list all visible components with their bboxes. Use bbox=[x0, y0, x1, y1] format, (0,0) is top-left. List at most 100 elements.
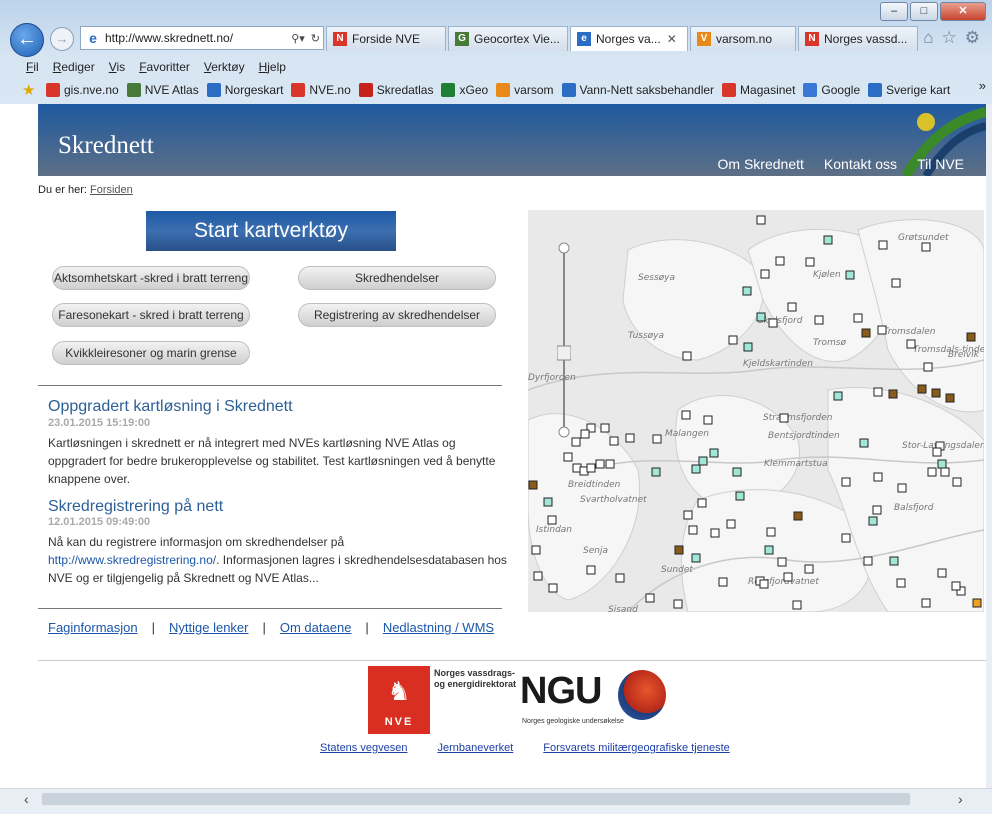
nve-logo[interactable]: ♞ NVE bbox=[368, 666, 430, 734]
aktsomhetskart-button[interactable]: Aktsomhetskart -skred i bratt terreng bbox=[52, 266, 250, 290]
map-marker bbox=[888, 389, 898, 399]
top-link-about[interactable]: Om Skrednett bbox=[718, 156, 804, 172]
menu-item-5[interactable]: Hjelp bbox=[259, 60, 286, 74]
top-link-contact[interactable]: Kontakt oss bbox=[824, 156, 897, 172]
menu-item-0[interactable]: Fil bbox=[26, 60, 39, 74]
kvikkleire-button[interactable]: Kvikkleiresoner og marin grense bbox=[52, 341, 250, 365]
skredhendelser-button[interactable]: Skredhendelser bbox=[298, 266, 496, 290]
map-marker bbox=[683, 510, 693, 520]
favorite-item-10[interactable]: Sverige kart bbox=[868, 83, 950, 97]
maximize-button[interactable]: □ bbox=[910, 2, 938, 21]
favorite-item-5[interactable]: xGeo bbox=[441, 83, 488, 97]
top-link-nve[interactable]: Til NVE bbox=[917, 156, 964, 172]
map-marker bbox=[600, 423, 610, 433]
favorite-item-0[interactable]: gis.nve.no bbox=[46, 83, 119, 97]
map-marker bbox=[833, 391, 843, 401]
favorite-item-7[interactable]: Vann-Nett saksbehandler bbox=[561, 83, 714, 97]
tab-3[interactable]: Vvarsom.no bbox=[690, 26, 796, 51]
tab-favicon-icon: G bbox=[455, 32, 469, 46]
news-title-2[interactable]: Skredregistrering på nett bbox=[48, 498, 223, 516]
favorite-item-1[interactable]: NVE Atlas bbox=[126, 83, 199, 97]
close-tab-icon[interactable]: ✕ bbox=[667, 32, 677, 46]
divider bbox=[38, 608, 502, 609]
nve-crest-icon: ♞ bbox=[387, 676, 411, 706]
overview-map[interactable]: Grøtsundet Sessøya Kjølen Skulsfjord Tussøya… bbox=[528, 210, 984, 612]
forward-button[interactable]: → bbox=[50, 27, 74, 51]
back-button[interactable]: ← bbox=[10, 23, 44, 57]
partner-link-forsvaret[interactable]: Forsvarets militærgeografiske tjeneste bbox=[543, 742, 729, 754]
map-marker bbox=[863, 556, 873, 566]
close-window-button[interactable]: ✕ bbox=[940, 2, 986, 21]
tab-0[interactable]: N Forside NVE bbox=[326, 26, 446, 51]
map-marker bbox=[823, 235, 833, 245]
search-icon[interactable]: ⚲▾ bbox=[288, 32, 308, 45]
address-url[interactable]: http://www.skrednett.no/ bbox=[105, 31, 288, 45]
map-marker bbox=[605, 459, 615, 469]
scrollbar-thumb[interactable] bbox=[42, 793, 910, 805]
footer-link-wms[interactable]: Nedlastning / WMS bbox=[383, 620, 494, 635]
tab-strip: N Forside NVE G Geocortex Vie... e Norges va.… bbox=[326, 26, 920, 51]
map-canvas[interactable]: GrøtsundetSessøya KjølenSkulsfjordTussøya… bbox=[528, 210, 984, 612]
favorite-item-9[interactable]: Google bbox=[803, 83, 860, 97]
map-marker bbox=[732, 467, 742, 477]
address-bar[interactable]: e http://www.skrednett.no/ ⚲▾ ↻ bbox=[80, 26, 324, 50]
partner-link-jernbaneverket[interactable]: Jernbaneverket bbox=[437, 742, 513, 754]
window-controls: – □ ✕ bbox=[880, 2, 986, 21]
tab-4[interactable]: N Norges vassd... bbox=[798, 26, 918, 51]
map-label: Tussøya bbox=[628, 331, 664, 341]
faresonekart-button[interactable]: Faresonekart - skred i bratt terreng bbox=[52, 303, 250, 327]
home-icon[interactable]: ⌂ bbox=[923, 28, 933, 48]
favorites-star-icon[interactable]: ★ bbox=[22, 81, 40, 99]
footer-link-nyttige[interactable]: Nyttige lenker bbox=[169, 620, 248, 635]
favorite-item-8[interactable]: Magasinet bbox=[722, 83, 795, 97]
map-marker bbox=[571, 437, 581, 447]
registrering-button[interactable]: Registrering av skredhendelser bbox=[298, 303, 496, 327]
menu-item-4[interactable]: Verktøy bbox=[204, 60, 245, 74]
zoom-slider[interactable] bbox=[557, 242, 571, 438]
favorites-star-icon[interactable]: ☆ bbox=[942, 28, 957, 48]
favorite-label: gis.nve.no bbox=[64, 83, 119, 97]
menu-item-2[interactable]: Vis bbox=[109, 60, 125, 74]
map-marker bbox=[793, 511, 803, 521]
chevron-right-icon[interactable]: » bbox=[979, 78, 986, 93]
map-marker bbox=[896, 578, 906, 588]
map-label: Breivik bbox=[948, 350, 980, 360]
map-marker bbox=[872, 505, 882, 515]
horizontal-scrollbar[interactable]: ‹ › bbox=[0, 788, 992, 809]
favorite-item-3[interactable]: NVE.no bbox=[291, 83, 351, 97]
menu-item-1[interactable]: Rediger bbox=[53, 60, 95, 74]
partner-link-vegvesen[interactable]: Statens vegvesen bbox=[320, 742, 407, 754]
favorite-item-4[interactable]: Skredatlas bbox=[358, 83, 433, 97]
favorite-item-2[interactable]: Norgeskart bbox=[206, 83, 283, 97]
site-title[interactable]: Skrednett bbox=[58, 132, 154, 160]
vertical-scrollbar[interactable] bbox=[986, 104, 992, 788]
breadcrumb-prefix: Du er her: bbox=[38, 184, 87, 196]
ngu-logo[interactable]: NGU Norges geologiske undersøkelse bbox=[520, 670, 666, 725]
map-marker bbox=[779, 413, 789, 423]
map-marker bbox=[868, 516, 878, 526]
map-label: Straumsfjorden bbox=[763, 413, 833, 423]
tab-1[interactable]: G Geocortex Vie... bbox=[448, 26, 568, 51]
skredregistrering-link[interactable]: http://www.skredregistrering.no/ bbox=[48, 553, 216, 567]
start-map-button[interactable]: Start kartverktøy bbox=[146, 211, 396, 251]
minimize-button[interactable]: – bbox=[880, 2, 908, 21]
breadcrumb-home-link[interactable]: Forsiden bbox=[90, 184, 133, 196]
map-marker bbox=[764, 545, 774, 555]
scroll-left-icon[interactable]: ‹ bbox=[24, 789, 29, 809]
footer-link-faginformasjon[interactable]: Faginformasjon bbox=[48, 620, 138, 635]
gear-icon[interactable]: ⚙ bbox=[965, 28, 980, 48]
map-marker bbox=[873, 472, 883, 482]
refresh-icon[interactable]: ↻ bbox=[308, 32, 323, 45]
footer-link-dataene[interactable]: Om dataene bbox=[280, 620, 352, 635]
breadcrumb: Du er her: Forsiden bbox=[38, 184, 133, 196]
news-title-1[interactable]: Oppgradert kartløsning i Skrednett bbox=[48, 398, 293, 416]
menu-item-3[interactable]: Favoritter bbox=[139, 60, 190, 74]
favorite-item-6[interactable]: varsom bbox=[496, 83, 554, 97]
tab-2[interactable]: e Norges va... ✕ bbox=[570, 26, 688, 51]
map-marker bbox=[766, 527, 776, 537]
map-marker bbox=[768, 318, 778, 328]
scroll-right-icon[interactable]: › bbox=[958, 789, 963, 809]
map-label: Grøtsundet bbox=[898, 233, 949, 243]
map-marker bbox=[783, 572, 793, 582]
map-marker bbox=[937, 568, 947, 578]
